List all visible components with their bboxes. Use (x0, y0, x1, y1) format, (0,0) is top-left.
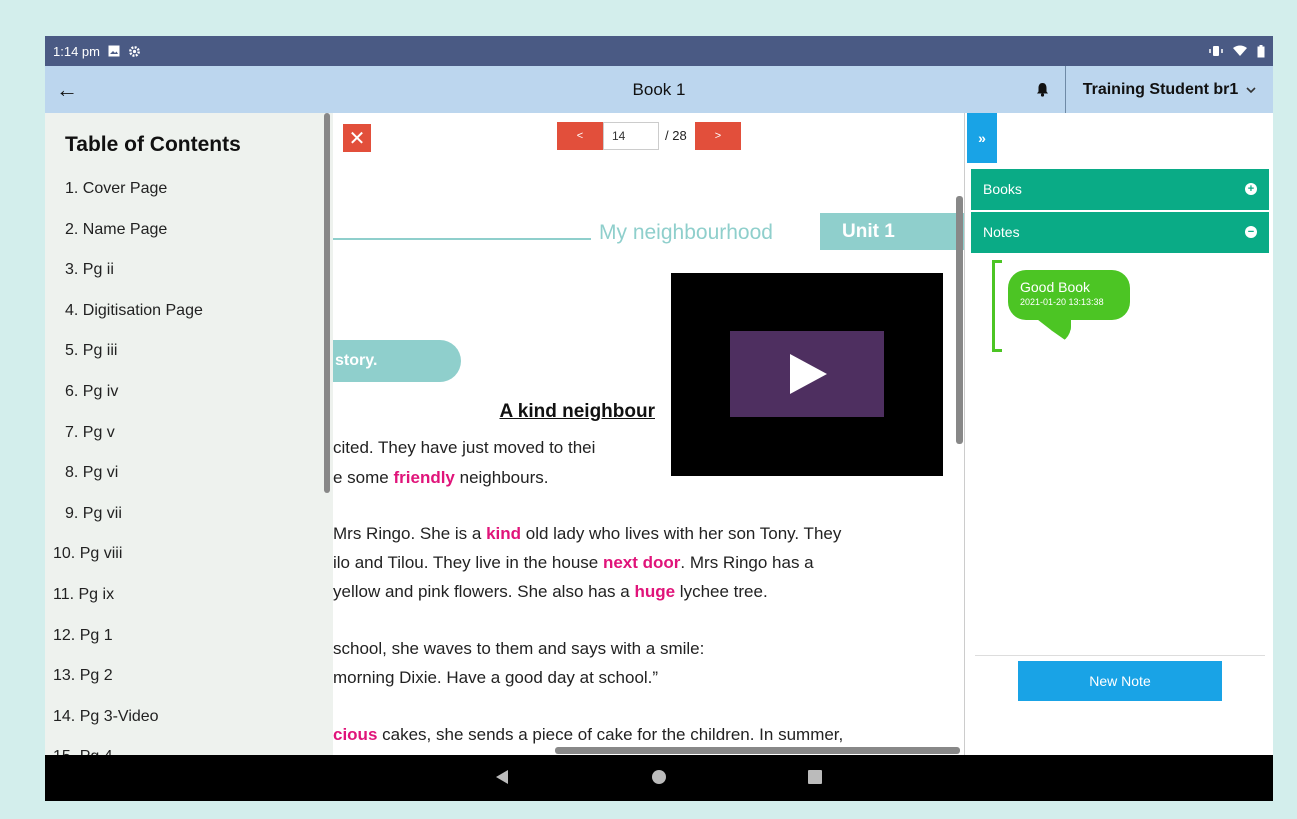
tablet-screen: 1:14 pm ← Book 1 Training Student br1 Ta… (45, 36, 1273, 801)
toc-item[interactable]: 14. Pg 3-Video (45, 697, 335, 738)
toc-item[interactable]: 4. Digitisation Page (45, 291, 335, 332)
nav-recents-icon[interactable] (808, 770, 822, 784)
play-icon (790, 354, 827, 394)
toc-item[interactable]: 11. Pg ix (45, 575, 335, 616)
books-accordion[interactable]: Books + (971, 169, 1269, 210)
page-navigator: < 14 / 28 > (557, 122, 741, 150)
note-bubble-tail (1033, 316, 1071, 344)
toc-item[interactable]: 8. Pg vi (45, 453, 335, 494)
page-total: / 28 (665, 128, 687, 143)
bell-icon[interactable] (1020, 66, 1065, 113)
toc-item[interactable]: 10. Pg viii (45, 534, 335, 575)
notes-label: Notes (983, 224, 1020, 240)
note-title: Good Book (1020, 279, 1091, 295)
note-date: 2021-01-20 13:13:38 (1020, 297, 1104, 307)
toc-item[interactable]: 6. Pg iv (45, 372, 335, 413)
notes-panel: » Books + Notes − Good Book 2021-01-20 1… (965, 113, 1273, 755)
unit-badge: Unit 1 (820, 213, 964, 250)
vibrate-icon (1209, 46, 1223, 56)
story-pill: story. (333, 340, 461, 382)
toc-item[interactable]: 9. Pg vii (45, 494, 335, 535)
story-line: school, she waves to them and says with … (333, 639, 705, 658)
plus-circle-icon: + (1245, 183, 1257, 195)
story-line: cited. They have just moved to thei (333, 438, 596, 457)
viewer-horizontal-scrollbar[interactable] (555, 747, 960, 754)
toc-item[interactable]: 2. Name Page (45, 210, 335, 251)
notes-accordion[interactable]: Notes − (971, 212, 1269, 253)
page-viewer: ✕ < 14 / 28 > My neighbourhood Unit 1 st… (333, 113, 965, 755)
toc-item[interactable]: 3. Pg ii (45, 250, 335, 291)
story-line: yellow and pink flowers. She also has a … (333, 582, 768, 601)
books-label: Books (983, 181, 1022, 197)
toc-item[interactable]: 7. Pg v (45, 413, 335, 454)
user-menu[interactable]: Training Student br1 (1065, 66, 1273, 113)
wifi-icon (1233, 45, 1247, 56)
chevron-down-icon (1246, 86, 1256, 93)
battery-icon (1257, 44, 1265, 57)
toc-item[interactable]: 5. Pg iii (45, 331, 335, 372)
toc-item[interactable]: 1. Cover Page (45, 169, 335, 210)
image-icon (108, 45, 120, 57)
story-line: e some friendly neighbours. (333, 468, 549, 487)
back-arrow-icon[interactable]: ← (47, 77, 87, 103)
prev-page-button[interactable]: < (557, 122, 603, 150)
toc-item[interactable]: 13. Pg 2 (45, 656, 335, 697)
video-player[interactable] (671, 273, 943, 476)
nav-home-icon[interactable] (652, 770, 666, 784)
story-line: cious cakes, she sends a piece of cake f… (333, 725, 844, 744)
status-bar: 1:14 pm (45, 36, 1273, 66)
note-bubble[interactable]: Good Book 2021-01-20 13:13:38 (1008, 270, 1130, 320)
viewer-vertical-scrollbar[interactable] (956, 196, 963, 444)
story-line: ilo and Tilou. They live in the house ne… (333, 553, 814, 572)
android-nav-bar (45, 755, 1273, 801)
nav-back-icon[interactable] (496, 770, 508, 784)
collapse-panel-button[interactable]: » (967, 113, 997, 163)
notes-divider (975, 655, 1265, 656)
story-line: morning Dixie. Have a good day at school… (333, 668, 659, 687)
toc-scrollbar[interactable] (324, 113, 330, 493)
new-note-button[interactable]: New Note (1018, 661, 1222, 701)
toc-item[interactable]: 12. Pg 1 (45, 616, 335, 657)
page-number-input[interactable]: 14 (603, 122, 659, 150)
unit-divider (333, 238, 591, 240)
unit-title: My neighbourhood (599, 221, 773, 244)
toc-heading: Table of Contents (65, 133, 241, 156)
app-bar: ← Book 1 Training Student br1 (45, 66, 1273, 113)
user-name: Training Student br1 (1082, 80, 1239, 98)
story-line: Mrs Ringo. She is a kind old lady who li… (333, 524, 842, 543)
toc-list: 1. Cover Page 2. Name Page 3. Pg ii 4. D… (45, 169, 335, 755)
settings-icon (129, 45, 140, 57)
toc-item[interactable]: 15. Pg 4 (45, 737, 335, 755)
story-title: A kind neighbour (499, 401, 655, 422)
close-button[interactable]: ✕ (343, 124, 371, 152)
note-bracket (992, 260, 1002, 352)
table-of-contents: Table of Contents 1. Cover Page 2. Name … (45, 113, 335, 755)
minus-circle-icon: − (1245, 226, 1257, 238)
next-page-button[interactable]: > (695, 122, 741, 150)
play-button[interactable] (730, 331, 884, 417)
status-time: 1:14 pm (53, 43, 100, 59)
